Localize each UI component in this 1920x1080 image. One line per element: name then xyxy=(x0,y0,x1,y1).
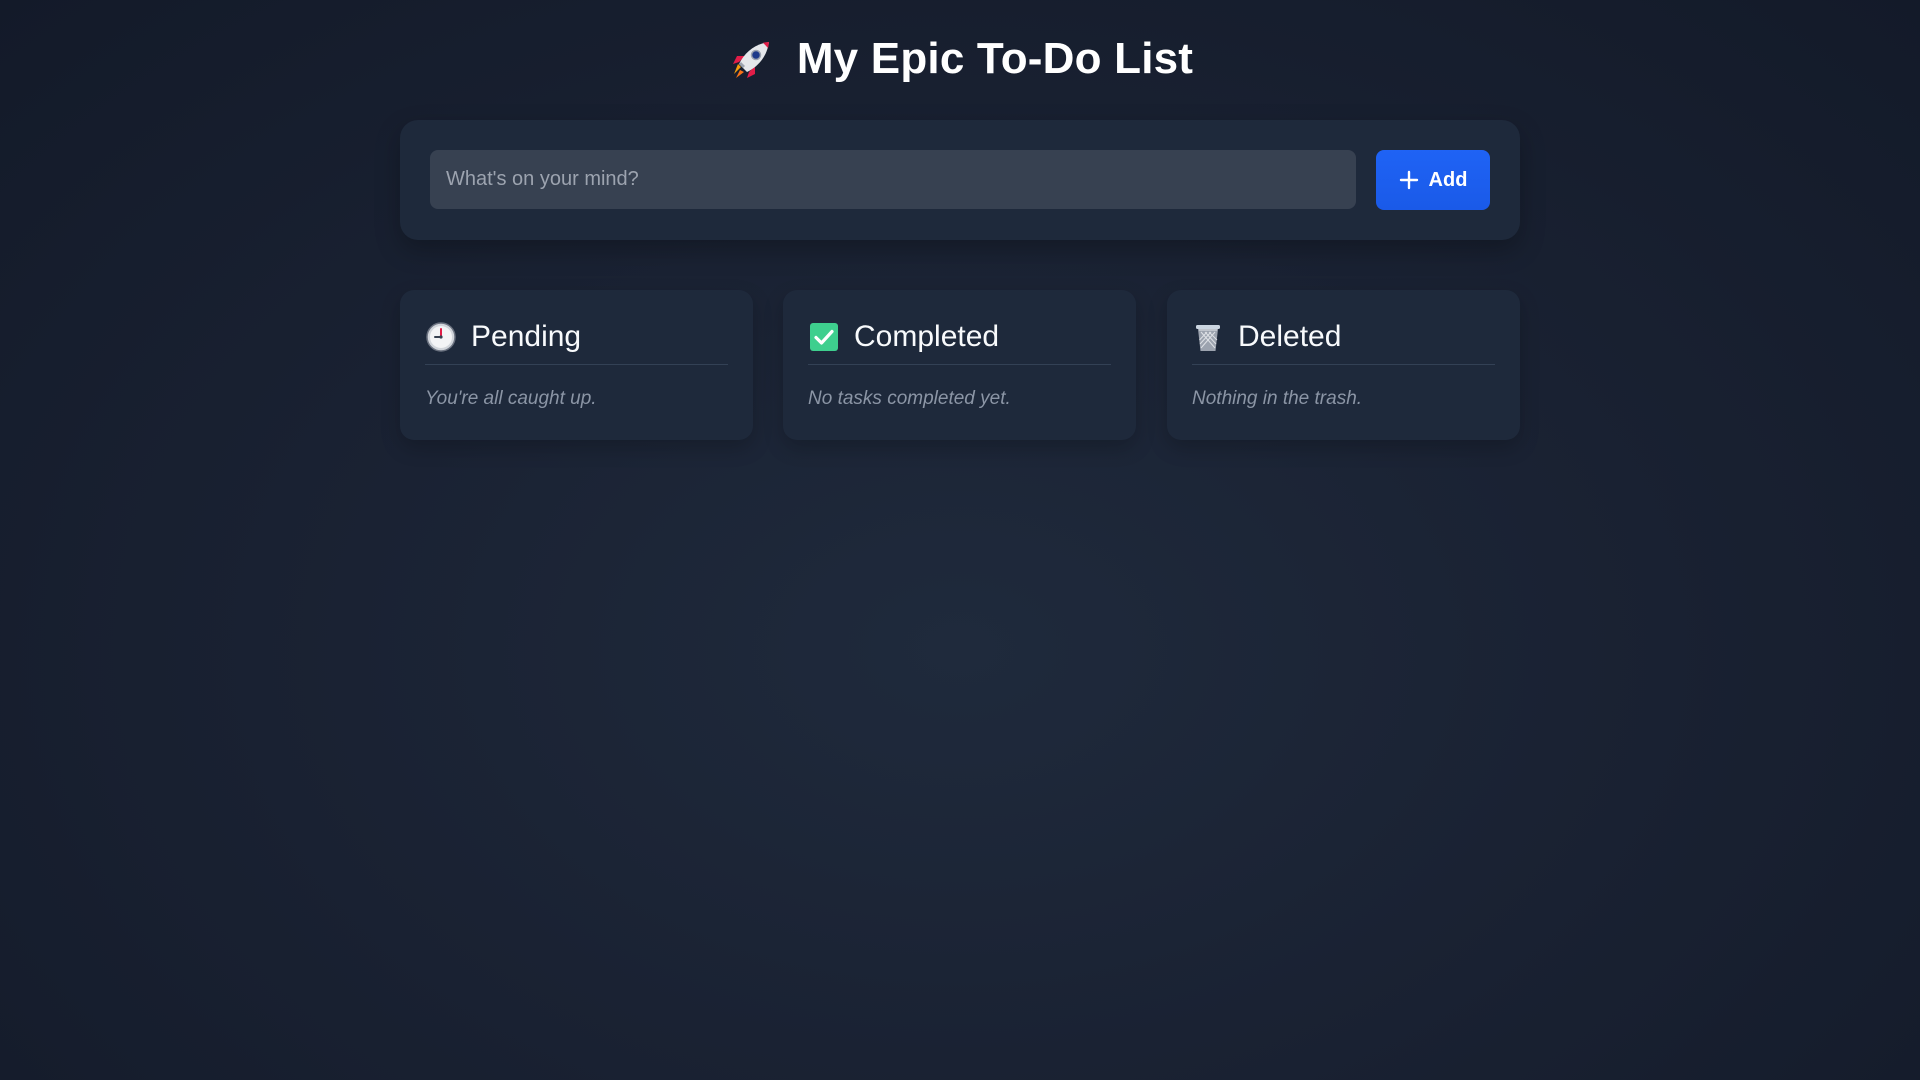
check-box-icon xyxy=(810,323,838,351)
rocket-icon xyxy=(732,42,769,78)
completed-column-header: Completed xyxy=(808,318,1111,356)
deleted-column: Deleted Nothing in the trash. xyxy=(1167,290,1520,440)
add-button[interactable]: Add xyxy=(1376,150,1490,210)
deleted-empty-message: Nothing in the trash. xyxy=(1192,388,1363,409)
plus-icon xyxy=(1399,170,1418,190)
task-columns: Pending You're all caught up. Completed … xyxy=(400,290,1520,440)
pending-column-title: Pending xyxy=(471,320,582,353)
add-task-panel: Add xyxy=(400,120,1520,240)
pending-divider xyxy=(425,364,728,365)
task-input[interactable] xyxy=(430,150,1356,209)
pending-column: Pending You're all caught up. xyxy=(400,290,753,440)
completed-column: Completed No tasks completed yet. xyxy=(783,290,1136,440)
deleted-column-title: Deleted xyxy=(1238,320,1342,353)
pending-column-header: Pending xyxy=(425,318,728,356)
deleted-divider xyxy=(1192,364,1495,365)
page-title: My Epic To-Do List xyxy=(796,34,1194,83)
pending-empty-message: You're all caught up. xyxy=(425,388,597,409)
completed-divider xyxy=(808,364,1111,365)
app-header: My Epic To-Do List xyxy=(0,30,1920,88)
add-button-label: Add xyxy=(1428,168,1468,191)
completed-empty-message: No tasks completed yet. xyxy=(808,388,1011,409)
trash-icon xyxy=(1196,325,1220,351)
deleted-column-header: Deleted xyxy=(1192,318,1495,356)
clock-icon xyxy=(426,322,456,352)
completed-column-title: Completed xyxy=(854,320,1000,353)
